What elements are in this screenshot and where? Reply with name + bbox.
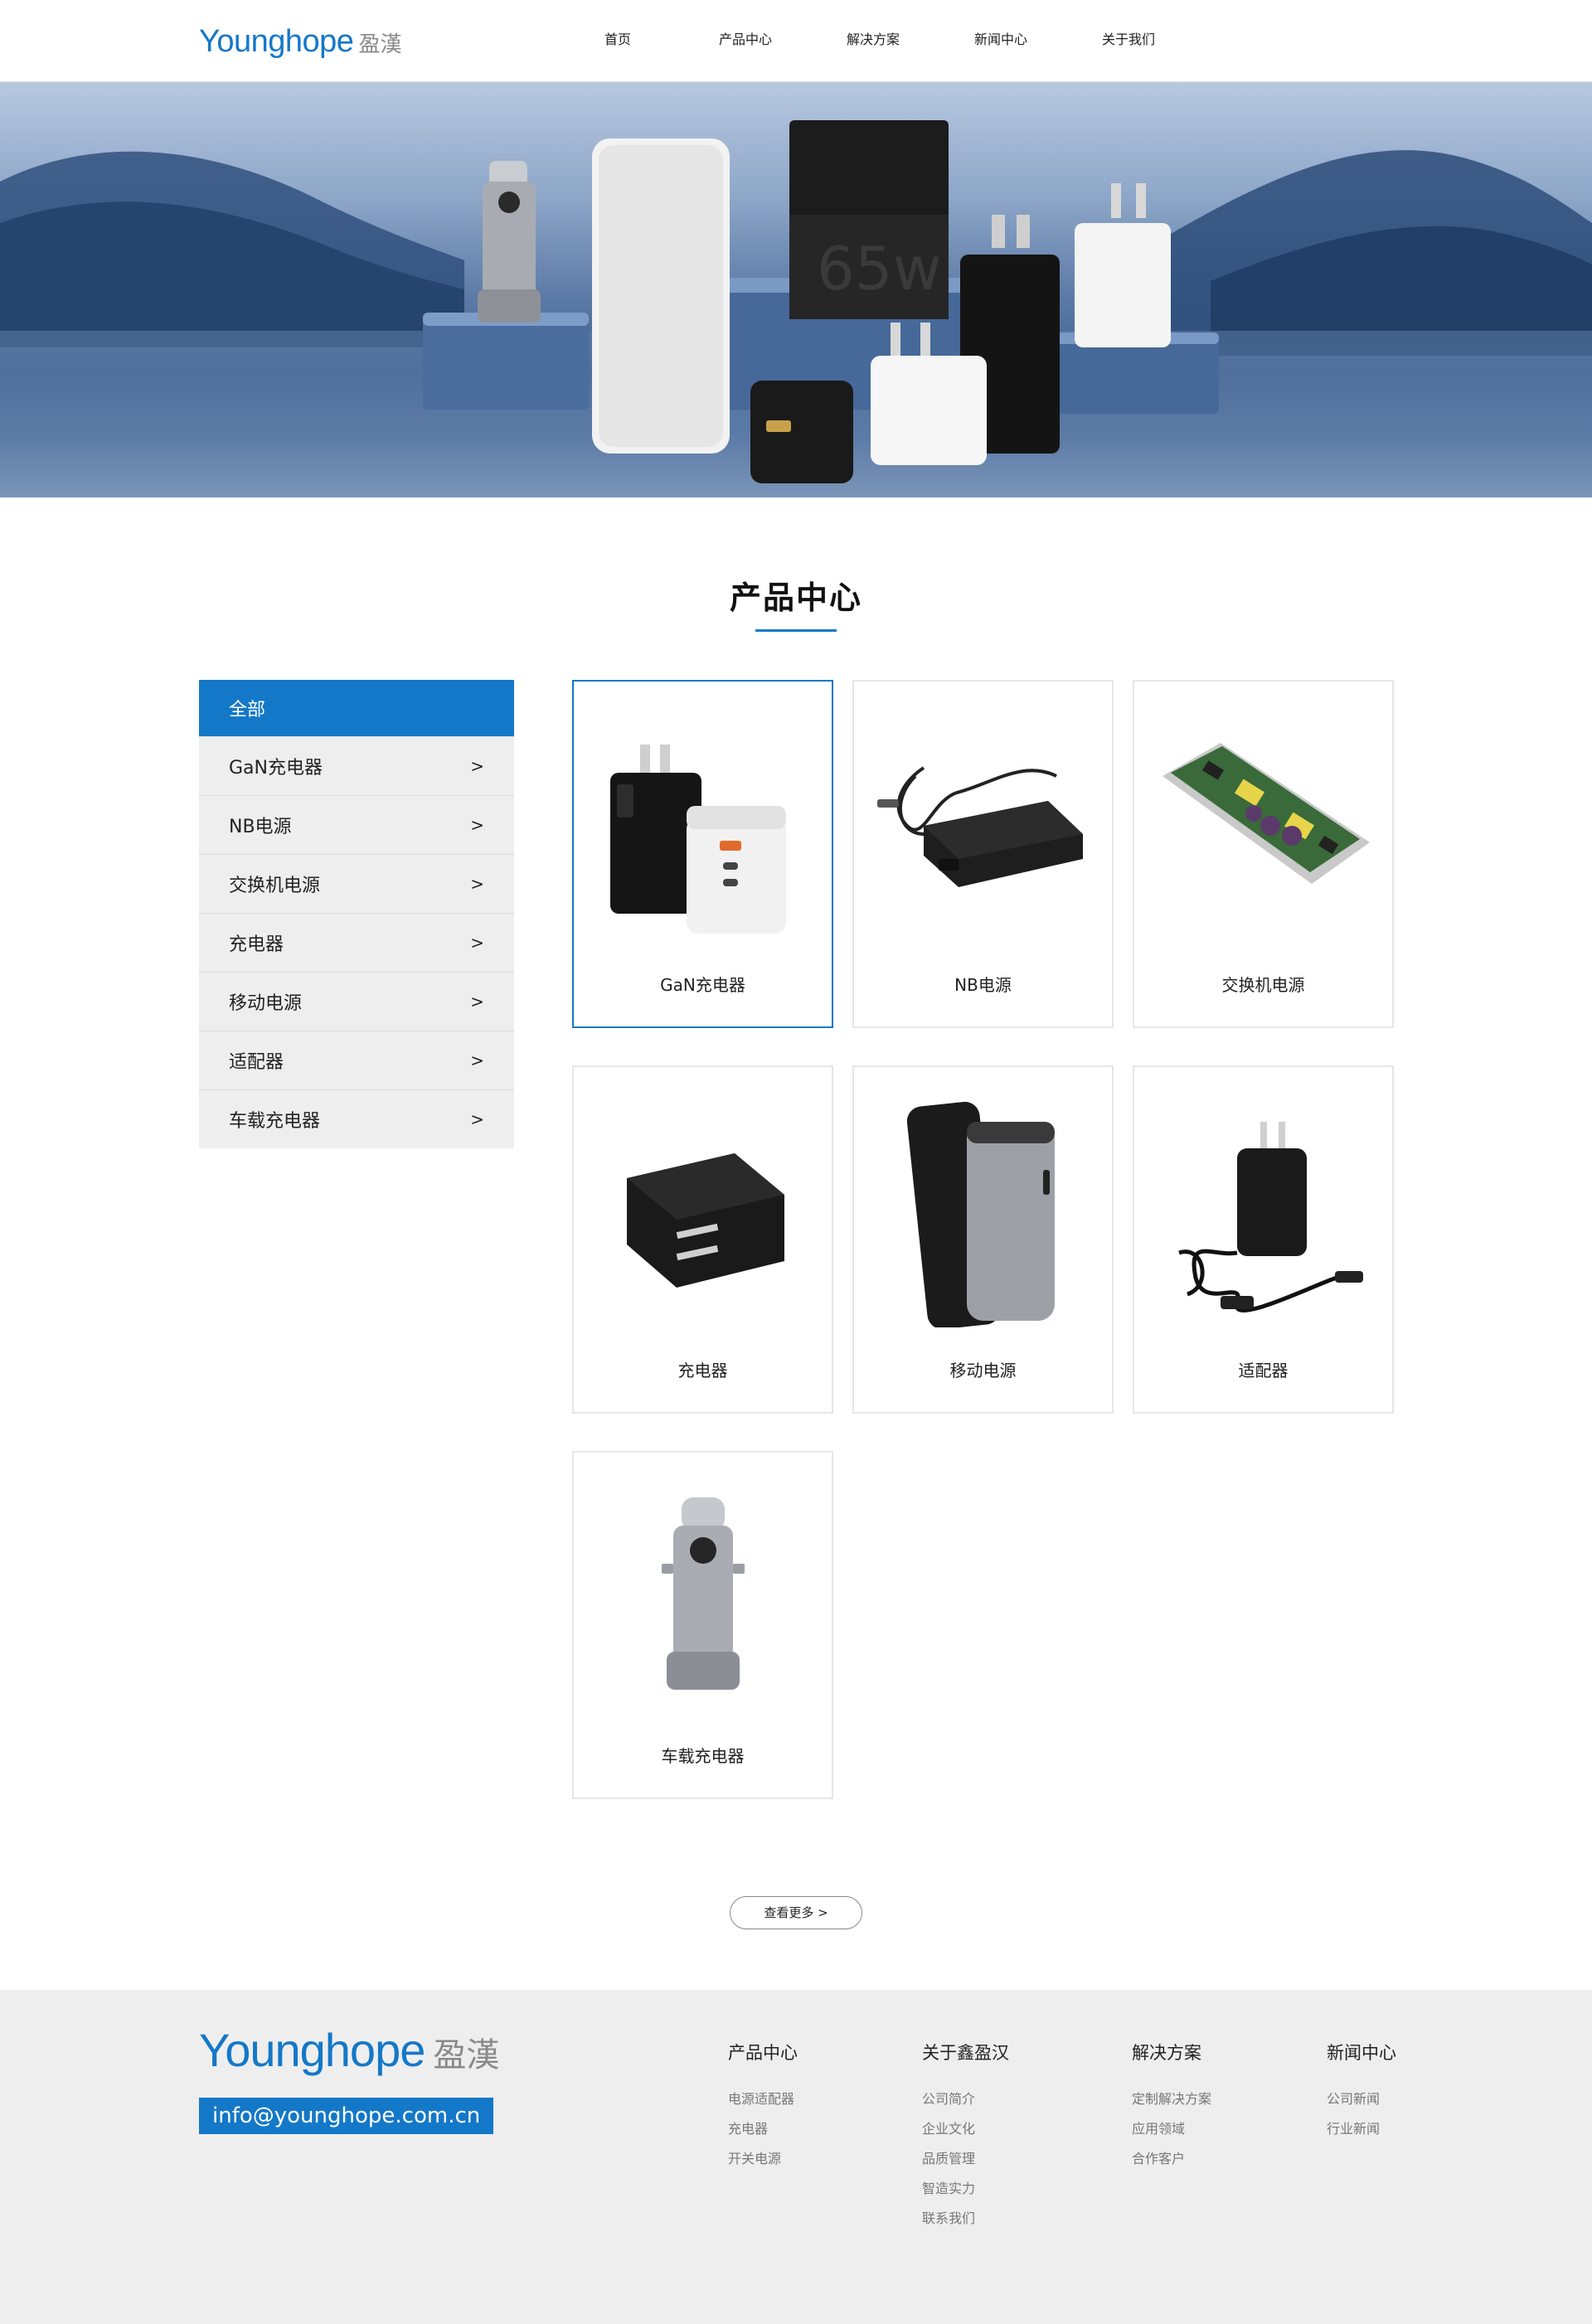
sidebar-item-car-charger[interactable]: 车载充电器 > <box>199 1089 514 1148</box>
footer-col-title[interactable]: 产品中心 <box>728 2040 798 2064</box>
power-bank-image <box>906 1101 1055 1327</box>
nav-about[interactable]: 关于我们 <box>1065 0 1192 80</box>
logo-text-cn: 盈漢 <box>358 32 402 57</box>
footer-logo[interactable]: Younghope 盈漢 <box>199 2023 499 2077</box>
site-header: Younghope 盈漢 首页 产品中心 解决方案 新闻中心 关于我们 <box>0 0 1592 82</box>
section-title: 产品中心 <box>729 580 862 616</box>
product-card[interactable]: 适配器 <box>1133 1065 1394 1414</box>
nav-home[interactable]: 首页 <box>554 0 682 80</box>
main-nav: 首页 产品中心 解决方案 新闻中心 关于我们 <box>554 0 1192 80</box>
sidebar-item-charger[interactable]: 充电器 > <box>199 913 514 972</box>
chevron-right-icon: > <box>470 1109 484 1129</box>
footer-link[interactable]: 充电器 <box>728 2114 798 2144</box>
sidebar-item-label: 车载充电器 <box>229 1111 321 1132</box>
footer-link[interactable]: 应用领域 <box>1132 2114 1211 2144</box>
logo-text-en: Younghope <box>199 24 354 59</box>
footer-col-products: 产品中心 电源适配器 充电器 开关电源 <box>728 2040 798 2174</box>
adapter-image <box>1178 1122 1363 1312</box>
gan-charger-image <box>610 745 786 934</box>
footer-link[interactable]: 行业新闻 <box>1327 2114 1396 2144</box>
footer-link[interactable]: 定制解决方案 <box>1132 2084 1211 2114</box>
chevron-right-icon: > <box>470 992 484 1012</box>
chevron-right-icon: > <box>470 756 484 776</box>
chevron-right-icon: > <box>470 815 484 835</box>
sidebar-item-power-bank[interactable]: 移动电源 > <box>199 972 514 1031</box>
footer-logo-text-en: Younghope <box>199 2024 425 2076</box>
product-card[interactable]: 交换机电源 <box>1133 680 1394 1028</box>
product-card[interactable]: NB电源 <box>852 680 1114 1028</box>
footer-link[interactable]: 品质管理 <box>922 2144 1009 2174</box>
footer-link[interactable]: 电源适配器 <box>728 2084 798 2114</box>
sidebar-item-label: 充电器 <box>229 934 284 955</box>
footer-link[interactable]: 公司新闻 <box>1327 2084 1396 2114</box>
product-label: 充电器 <box>677 1361 728 1380</box>
site-logo[interactable]: Younghope 盈漢 <box>199 22 401 61</box>
footer-col-news: 新闻中心 公司新闻 行业新闻 <box>1327 2040 1396 2144</box>
footer-col-about: 关于鑫盈汉 公司简介 企业文化 品质管理 智造实力 联系我们 <box>922 2040 1009 2234</box>
sidebar-item-label: 交换机电源 <box>229 876 321 896</box>
sidebar-item-adapter[interactable]: 适配器 > <box>199 1031 514 1089</box>
product-label: NB电源 <box>954 975 1012 995</box>
sidebar-item-label: NB电源 <box>229 817 292 837</box>
sidebar-item-gan-charger[interactable]: GaN充电器 > <box>199 736 514 795</box>
nav-solutions[interactable]: 解决方案 <box>809 0 937 80</box>
footer-link[interactable]: 合作客户 <box>1132 2144 1211 2174</box>
hero-banner: 65w <box>0 82 1592 497</box>
footer-link[interactable]: 开关电源 <box>728 2144 798 2174</box>
switch-power-board-image <box>1162 743 1370 884</box>
sidebar-item-label: 移动电源 <box>229 993 303 1014</box>
product-label: 交换机电源 <box>1221 975 1305 995</box>
sidebar-item-label: GaN充电器 <box>229 758 323 779</box>
site-footer: Younghope 盈漢 info@younghope.com.cn 产品中心 … <box>0 1990 1592 2324</box>
product-label: GaN充电器 <box>660 975 745 995</box>
view-more-button[interactable]: 查看更多 > <box>730 1896 862 1929</box>
footer-link[interactable]: 智造实力 <box>922 2174 1009 2204</box>
product-card[interactable]: GaN充电器 <box>572 680 833 1028</box>
footer-col-title[interactable]: 新闻中心 <box>1327 2040 1396 2064</box>
product-label: 适配器 <box>1238 1361 1289 1380</box>
footer-link[interactable]: 企业文化 <box>922 2114 1009 2144</box>
sidebar-item-all[interactable]: 全部 <box>199 680 514 736</box>
charger-65w-image <box>627 1153 784 1288</box>
sidebar-item-label: 适配器 <box>229 1052 284 1073</box>
footer-email[interactable]: info@younghope.com.cn <box>199 2098 494 2134</box>
footer-link[interactable]: 公司简介 <box>922 2084 1009 2114</box>
title-underline <box>755 629 837 632</box>
product-card[interactable]: 车载充电器 <box>572 1451 833 1799</box>
nb-power-adapter-image <box>877 766 1083 887</box>
sidebar-item-label: 全部 <box>229 700 266 720</box>
sidebar-item-switch-power[interactable]: 交换机电源 > <box>199 854 514 913</box>
product-card[interactable]: 充电器 <box>572 1065 833 1414</box>
category-sidebar: 全部 GaN充电器 > NB电源 > 交换机电源 > 充电器 > 移动电源 > … <box>199 680 514 1148</box>
car-charger-image <box>662 1497 745 1690</box>
nav-products[interactable]: 产品中心 <box>682 0 809 80</box>
footer-col-title[interactable]: 解决方案 <box>1132 2040 1211 2064</box>
chevron-right-icon: > <box>470 933 484 953</box>
footer-col-title[interactable]: 关于鑫盈汉 <box>922 2040 1009 2064</box>
product-card[interactable]: 移动电源 <box>852 1065 1114 1414</box>
chevron-right-icon: > <box>470 874 484 894</box>
sidebar-item-nb-power[interactable]: NB电源 > <box>199 795 514 854</box>
banner-products-illustration: 65w <box>0 120 1592 497</box>
footer-link[interactable]: 联系我们 <box>922 2204 1009 2234</box>
footer-col-solutions: 解决方案 定制解决方案 应用领域 合作客户 <box>1132 2040 1211 2174</box>
chevron-right-icon: > <box>470 1050 484 1070</box>
banner-65w-text: 65w <box>817 234 942 303</box>
footer-logo-text-cn: 盈漢 <box>433 2036 500 2074</box>
product-label: 车载充电器 <box>661 1746 745 1766</box>
product-label: 移动电源 <box>949 1361 1017 1380</box>
nav-news[interactable]: 新闻中心 <box>937 0 1065 80</box>
